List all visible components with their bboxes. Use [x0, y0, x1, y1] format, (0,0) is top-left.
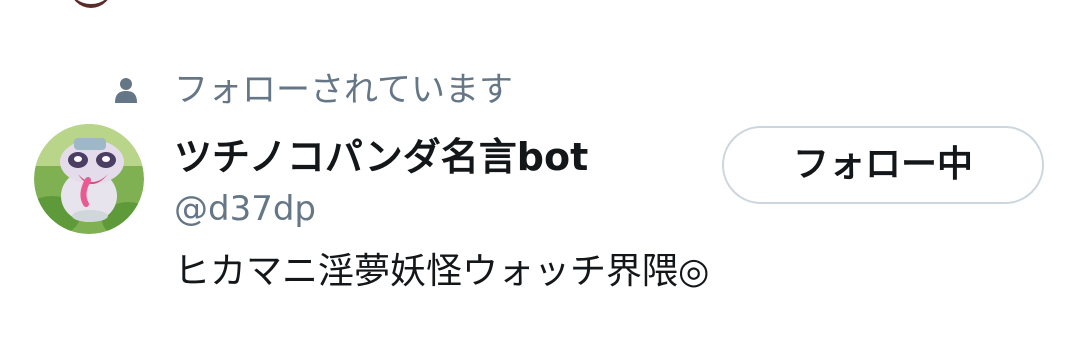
user-cell[interactable]: フォローされています ツチノコパンダ名言bot @d37dp ヒカマニ淫夢妖怪ウ… — [0, 0, 1080, 360]
user-handle: @d37dp — [174, 189, 317, 229]
display-name[interactable]: ツチノコパンダ名言bot — [174, 130, 588, 184]
previous-item-fragment — [70, 0, 112, 8]
following-button-label: フォロー中 — [792, 144, 973, 185]
follows-you-indicator: フォローされています — [112, 68, 513, 112]
follows-you-label: フォローされています — [174, 70, 513, 110]
user-bio: ヒカマニ淫夢妖怪ウォッチ界隈◎ — [174, 251, 710, 292]
avatar[interactable] — [34, 124, 144, 234]
person-icon — [112, 75, 140, 105]
following-button[interactable]: フォロー中 — [722, 126, 1044, 204]
